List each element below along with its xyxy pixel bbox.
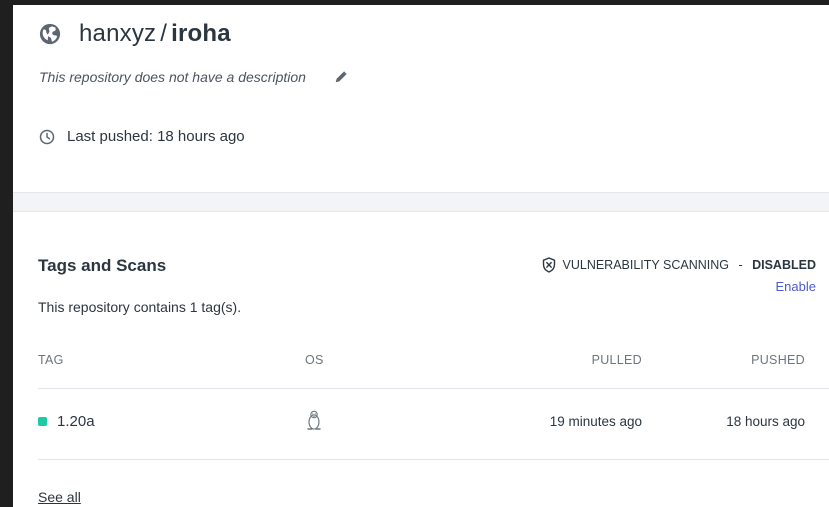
- column-header-os: OS: [305, 353, 324, 367]
- repo-name: iroha: [171, 20, 231, 47]
- pulled-cell: 19 minutes ago: [549, 414, 642, 429]
- last-pushed-text: Last pushed: 18 hours ago: [67, 128, 245, 145]
- scan-label: VULNERABILITY SCANNING: [562, 258, 729, 272]
- globe-icon: [39, 23, 61, 45]
- scan-dash: -: [734, 258, 747, 272]
- title-row: hanxyz / iroha: [39, 20, 231, 48]
- tags-section-title: Tags and Scans: [38, 256, 167, 275]
- repo-owner[interactable]: hanxyz: [79, 20, 156, 47]
- column-header-pulled: PULLED: [591, 353, 642, 367]
- scan-state: DISABLED: [752, 258, 816, 272]
- last-pushed-row: Last pushed: 18 hours ago: [39, 128, 245, 145]
- description-row: This repository does not have a descript…: [39, 69, 348, 85]
- pencil-icon[interactable]: [334, 70, 348, 84]
- see-all-link[interactable]: See all: [38, 489, 81, 505]
- page-title: hanxyz / iroha: [79, 20, 231, 48]
- clock-icon: [39, 129, 55, 145]
- repository-page: hanxyz / iroha This repository does not ha…: [13, 5, 829, 507]
- section-divider: [13, 192, 829, 212]
- title-separator: /: [160, 20, 168, 47]
- tag-cell: 1.20a: [38, 413, 95, 430]
- enable-scan-link[interactable]: Enable: [776, 279, 816, 294]
- table-row[interactable]: 1.20a 19 minutes ago 18 hours ago: [38, 389, 829, 460]
- tags-section: Tags and Scans VULNERABILITY SCANNING - …: [13, 212, 829, 507]
- repo-header: hanxyz / iroha This repository does not ha…: [13, 5, 829, 192]
- repo-description: This repository does not have a descript…: [39, 69, 306, 85]
- table-header: TAG OS PULLED PUSHED: [38, 340, 829, 389]
- tag-name[interactable]: 1.20a: [57, 413, 95, 430]
- pushed-cell: 18 hours ago: [726, 414, 805, 429]
- os-cell: [305, 409, 323, 434]
- linux-icon: [305, 409, 323, 431]
- tags-table: TAG OS PULLED PUSHED 1.20a 19 minutes ag…: [38, 340, 829, 460]
- tag-status-indicator: [38, 417, 47, 426]
- column-header-tag: TAG: [38, 353, 64, 367]
- shield-x-icon: [541, 257, 557, 273]
- column-header-pushed: PUSHED: [751, 353, 805, 367]
- tag-count-text: This repository contains 1 tag(s).: [38, 299, 242, 315]
- vulnerability-scan-status: VULNERABILITY SCANNING - DISABLED: [541, 257, 816, 273]
